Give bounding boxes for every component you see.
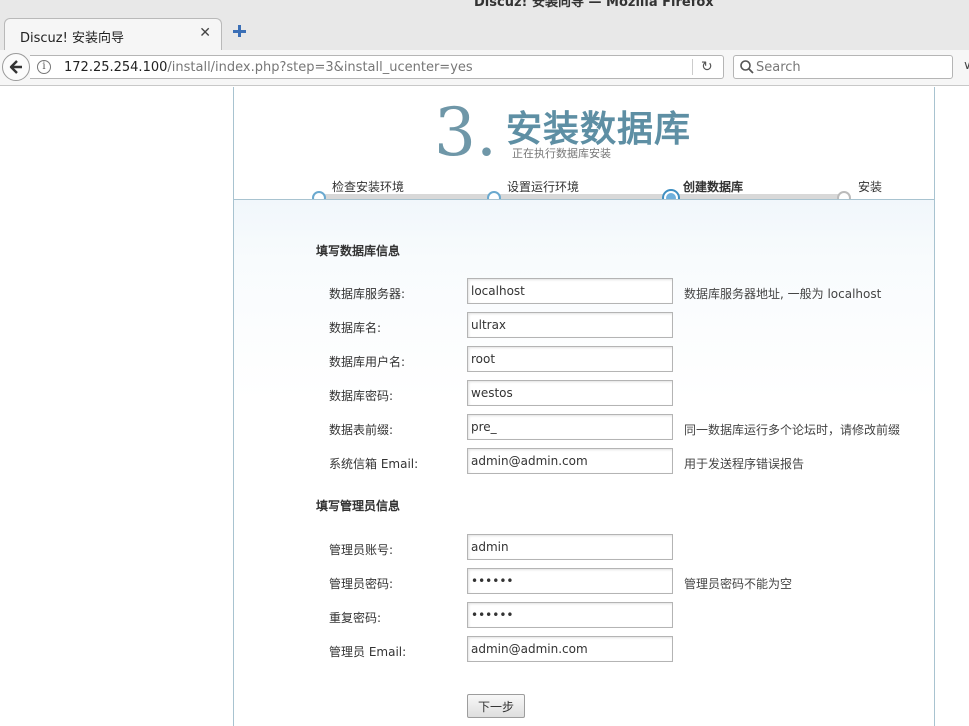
search-input[interactable] xyxy=(756,59,946,75)
system-email-input[interactable] xyxy=(467,448,673,474)
admin-email-input[interactable] xyxy=(467,636,673,662)
back-arrow-icon xyxy=(9,60,22,74)
admin-password-input[interactable] xyxy=(467,568,673,594)
url-host: 172.25.254.100 xyxy=(64,60,168,75)
repeat-password-label: 重复密码: xyxy=(329,611,382,625)
system-email-hint: 用于发送程序错误报告 xyxy=(684,457,805,471)
db-user-input[interactable] xyxy=(467,346,673,372)
window-titlebar: Discuz! 安装向导 — Mozilla Firefox xyxy=(0,0,969,14)
page-viewport: 3. 安装数据库 正在执行数据库安装 检查安装环境 设置运行环境 创建数据库 安… xyxy=(0,87,969,726)
db-host-hint: 数据库服务器地址, 一般为 localhost xyxy=(684,287,882,301)
admin-password-label: 管理员密码: xyxy=(329,577,394,591)
db-name-input[interactable] xyxy=(467,312,673,338)
table-prefix-input[interactable] xyxy=(467,414,673,440)
reload-icon[interactable]: ↻ xyxy=(701,59,713,75)
step-label-install: 安装 xyxy=(858,180,883,194)
url-bar[interactable]: i 172.25.254.100/install/index.php?step=… xyxy=(30,55,724,79)
search-bar[interactable] xyxy=(733,55,953,79)
back-button[interactable] xyxy=(2,53,30,81)
overflow-icon[interactable]: ∨ xyxy=(963,58,969,72)
admin-account-input[interactable] xyxy=(467,534,673,560)
step-label-check-env: 检查安装环境 xyxy=(332,180,405,194)
db-name-label: 数据库名: xyxy=(329,321,382,335)
url-separator xyxy=(692,59,693,75)
step-subtitle: 正在执行数据库安装 xyxy=(512,147,611,160)
install-header: 3. 安装数据库 正在执行数据库安装 检查安装环境 设置运行环境 创建数据库 安… xyxy=(234,87,934,207)
admin-account-label: 管理员账号: xyxy=(329,543,394,557)
db-host-label: 数据库服务器: xyxy=(329,287,406,301)
db-user-label: 数据库用户名: xyxy=(329,355,406,369)
url-text[interactable]: 172.25.254.100/install/index.php?step=3&… xyxy=(64,60,473,75)
repeat-password-input[interactable] xyxy=(467,602,673,628)
install-form: 填写数据库信息 数据库服务器: 数据库服务器地址, 一般为 localhost … xyxy=(234,199,934,726)
db-host-input[interactable] xyxy=(467,278,673,304)
admin-section-title: 填写管理员信息 xyxy=(316,499,401,513)
tab-title: Discuz! 安装向导 xyxy=(20,31,124,46)
url-path: /install/index.php?step=3&install_ucente… xyxy=(167,60,473,75)
step-label-create-db: 创建数据库 xyxy=(683,180,744,194)
table-prefix-label: 数据表前缀: xyxy=(329,423,394,437)
db-section-title: 填写数据库信息 xyxy=(316,244,401,258)
next-step-button[interactable]: 下一步 xyxy=(467,694,525,718)
system-email-label: 系统信箱 Email: xyxy=(329,457,419,471)
window-title: Discuz! 安装向导 — Mozilla Firefox xyxy=(474,0,714,10)
step-number: 3. xyxy=(434,94,497,171)
step-label-setup-env: 设置运行环境 xyxy=(507,180,580,194)
new-tab-icon[interactable] xyxy=(230,22,248,40)
table-prefix-hint: 同一数据库运行多个论坛时，请修改前缀 xyxy=(684,423,901,437)
site-info-icon[interactable]: i xyxy=(37,60,51,74)
db-password-label: 数据库密码: xyxy=(329,389,394,403)
search-icon xyxy=(740,60,754,74)
install-panel: 3. 安装数据库 正在执行数据库安装 检查安装环境 设置运行环境 创建数据库 安… xyxy=(233,87,935,726)
admin-email-label: 管理员 Email: xyxy=(329,645,407,659)
close-tab-icon[interactable]: ✕ xyxy=(199,25,211,41)
navigation-bar: i 172.25.254.100/install/index.php?step=… xyxy=(0,50,969,86)
admin-password-hint: 管理员密码不能为空 xyxy=(684,577,793,591)
browser-tab[interactable]: Discuz! 安装向导 ✕ xyxy=(4,18,222,50)
tab-strip: Discuz! 安装向导 ✕ xyxy=(0,14,969,50)
db-password-input[interactable] xyxy=(467,380,673,406)
